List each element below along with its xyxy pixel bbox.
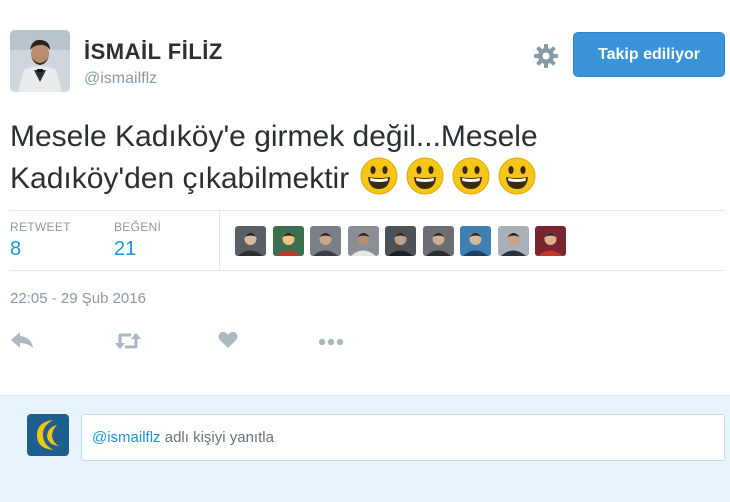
retweet-count[interactable]: 8 [10,238,21,261]
gear-icon[interactable] [533,43,559,69]
liker-avatar[interactable] [310,226,341,256]
heart-icon[interactable] [218,331,238,354]
liker-avatar[interactable] [460,226,491,256]
grinning-face-emoji [452,157,490,195]
own-avatar[interactable] [27,414,69,456]
retweet-label[interactable]: RETWEET [10,220,71,234]
divider [10,210,725,211]
like-label[interactable]: BEĞENİ [114,220,161,234]
divider [10,270,725,271]
display-name[interactable]: İSMAİL FİLİZ [84,39,223,65]
timestamp[interactable]: 22:05 - 29 Şub 2016 [10,290,146,307]
reply-placeholder: adlı kişiyi yanıtla [160,429,274,446]
more-icon[interactable] [318,334,344,352]
liker-avatar[interactable] [497,226,529,256]
liker-avatar[interactable] [272,226,304,256]
grinning-face-emoji [498,157,536,195]
liker-avatar[interactable] [535,226,566,256]
emoji-row [349,157,543,195]
reply-mention: @ismailflz [92,429,161,446]
liker-avatar[interactable] [235,226,266,256]
following-button[interactable]: Takip ediliyor [573,32,725,77]
liker-avatar[interactable] [385,226,416,256]
stats-divider [219,210,220,271]
tweet-text: Mesele Kadıköy'e girmek değil...Mesele K… [10,116,690,199]
liker-avatar[interactable] [347,226,379,256]
grinning-face-emoji [360,157,398,195]
reply-input[interactable]: @ismailflz adlı kişiyi yanıtla [81,414,725,461]
liker-avatar[interactable] [422,226,454,256]
like-count[interactable]: 21 [114,238,136,261]
user-handle[interactable]: @ismailflz [84,70,157,88]
user-avatar[interactable] [10,30,70,92]
reply-icon[interactable] [10,331,34,354]
retweet-icon[interactable] [114,331,142,356]
reply-area: @ismailflz adlı kişiyi yanıtla [0,395,730,502]
tweet-card: İSMAİL FİLİZ @ismailflz Takip ediliyor M… [0,0,730,395]
grinning-face-emoji [406,157,444,195]
